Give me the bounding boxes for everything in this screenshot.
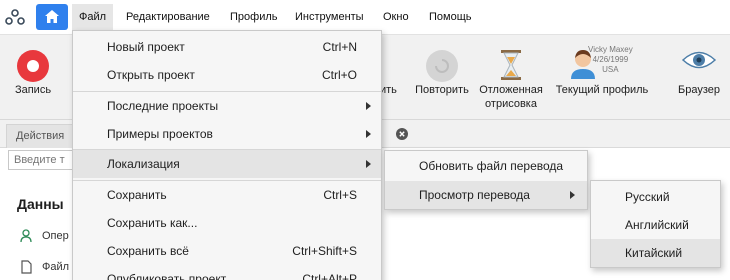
menu-tools[interactable]: Инструменты	[288, 4, 371, 30]
menu-item-label: Английский	[625, 218, 689, 232]
home-button[interactable]	[36, 4, 68, 30]
menu-window[interactable]: Окно	[376, 4, 416, 30]
menu-item-shortcut: Ctrl+S	[323, 188, 357, 202]
menu-item-label: Китайский	[625, 246, 683, 260]
menu-item-label: Опубликовать проект	[107, 272, 227, 280]
panel-row-label: Опер	[42, 230, 69, 242]
menu-item-save-as[interactable]: Сохранить как...	[73, 209, 381, 237]
profile-caption: Vicky Maxey 4/26/1999 USA	[588, 45, 633, 75]
search-input[interactable]	[8, 150, 78, 170]
menu-item-label: Обновить файл перевода	[419, 159, 564, 173]
repeat-label: Повторить	[415, 84, 469, 96]
menu-item-shortcut: Ctrl+Shift+S	[292, 244, 357, 258]
delayed-render-label: Отложенная отрисовка	[479, 84, 543, 110]
record-button[interactable]: Запись	[0, 35, 66, 121]
menu-help[interactable]: Помощь	[422, 4, 479, 30]
menu-file[interactable]: Файл	[72, 4, 114, 30]
profile-date: 4/26/1999	[592, 55, 629, 64]
menu-item-recent-projects[interactable]: Последние проекты	[73, 92, 381, 120]
repeat-icon	[426, 50, 458, 82]
tab-actions[interactable]: Действия	[6, 124, 76, 148]
submenu-arrow-icon	[366, 160, 371, 168]
menu-item-label: Примеры проектов	[107, 127, 213, 141]
menu-item-example-projects[interactable]: Примеры проектов	[73, 120, 381, 148]
person-icon	[20, 229, 32, 243]
menu-item-label: Последние проекты	[107, 99, 219, 113]
menu-item-open-project[interactable]: Открыть проект Ctrl+O	[73, 61, 381, 89]
menu-item-chinese[interactable]: Китайский	[591, 239, 720, 267]
menu-item-russian[interactable]: Русский	[591, 183, 720, 211]
file-icon	[21, 260, 32, 274]
panel-title: Данны	[17, 196, 64, 212]
hourglass-icon	[501, 50, 521, 80]
localization-submenu: Обновить файл перевода Просмотр перевода	[384, 150, 588, 210]
profile-country: USA	[602, 65, 619, 74]
menu-item-localization[interactable]: Локализация	[73, 150, 381, 178]
browser-label: Браузер	[678, 84, 720, 96]
menu-item-view-translation[interactable]: Просмотр перевода	[385, 181, 587, 209]
menu-item-label: Открыть проект	[107, 68, 195, 82]
partial-tool-label: ить	[380, 84, 397, 96]
close-icon[interactable]	[396, 128, 408, 140]
record-label: Запись	[14, 84, 52, 96]
menu-item-label: Просмотр перевода	[419, 188, 530, 202]
menu-item-label: Сохранить	[107, 188, 167, 202]
panel-row-label: Файл	[42, 261, 70, 273]
menu-item-shortcut: Ctrl+N	[322, 40, 357, 54]
delayed-render-button[interactable]: Отложенная отрисовка	[476, 35, 546, 121]
app-logo-icon[interactable]	[5, 9, 25, 25]
file-menu: Новый проект Ctrl+N Открыть проект Ctrl+…	[72, 30, 382, 280]
menu-item-save[interactable]: Сохранить Ctrl+S	[73, 181, 381, 209]
submenu-arrow-icon	[570, 191, 575, 199]
submenu-arrow-icon	[366, 102, 371, 110]
record-icon	[17, 50, 49, 82]
submenu-arrow-icon	[366, 130, 371, 138]
menu-item-english[interactable]: Английский	[591, 211, 720, 239]
menu-item-save-all[interactable]: Сохранить всё Ctrl+Shift+S	[73, 237, 381, 265]
repeat-button[interactable]: Повторить	[408, 35, 476, 121]
current-profile-label: Текущий профиль	[555, 84, 649, 96]
browser-button[interactable]: Браузер	[668, 35, 730, 121]
language-submenu: Русский Английский Китайский	[590, 180, 721, 268]
menu-item-shortcut: Ctrl+O	[321, 68, 357, 82]
menu-item-new-project[interactable]: Новый проект Ctrl+N	[73, 33, 381, 61]
eye-icon	[682, 51, 716, 69]
menu-item-label: Новый проект	[107, 40, 185, 54]
profile-name: Vicky Maxey	[588, 45, 633, 54]
menu-item-shortcut: Ctrl+Alt+P	[302, 272, 357, 280]
menu-item-label: Русский	[625, 190, 670, 204]
menu-item-publish-project[interactable]: Опубликовать проект Ctrl+Alt+P	[73, 265, 381, 280]
menu-profile[interactable]: Профиль	[223, 4, 285, 30]
menu-item-update-translation[interactable]: Обновить файл перевода	[385, 152, 587, 180]
home-icon	[45, 10, 59, 23]
menu-edit[interactable]: Редактирование	[119, 4, 217, 30]
current-profile-button[interactable]: Vicky Maxey 4/26/1999 USA Текущий профил…	[548, 35, 656, 121]
partial-tool-button[interactable]: ить	[380, 35, 404, 121]
menubar: Файл Редактирование Профиль Инструменты …	[0, 0, 730, 34]
menu-item-label: Сохранить всё	[107, 244, 189, 258]
menu-item-label: Локализация	[107, 157, 180, 171]
menu-item-label: Сохранить как...	[107, 216, 198, 230]
